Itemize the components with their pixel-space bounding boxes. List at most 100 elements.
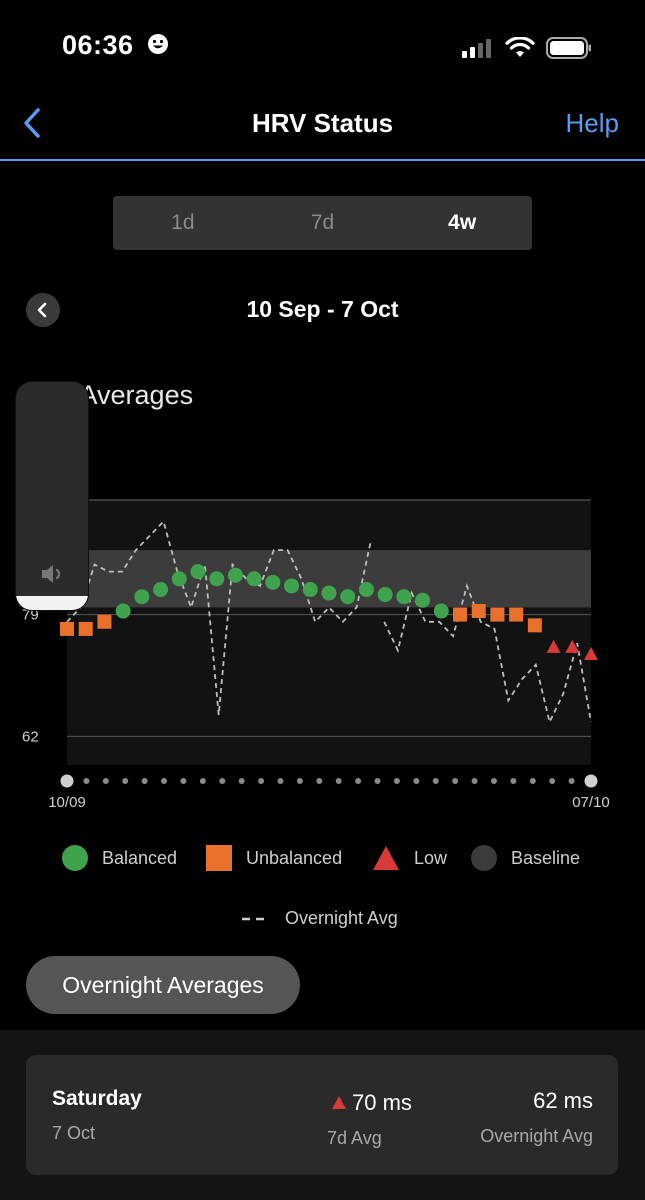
unbalanced-point: [60, 621, 74, 636]
x-axis-dot: [199, 778, 206, 784]
balanced-point: [415, 592, 431, 608]
x-axis-dot: [219, 778, 226, 784]
legend-label: Overnight Avg: [285, 908, 398, 928]
range-segmented-control: 1d 7d 4w: [113, 196, 532, 250]
tab-4w[interactable]: 4w: [392, 196, 532, 250]
x-axis-dot: [258, 778, 265, 784]
x-axis-dot: [316, 778, 323, 784]
legend-low: Low: [372, 845, 447, 871]
x-axis-end-marker: [584, 774, 598, 788]
wifi-icon: [505, 37, 535, 57]
balanced-point: [209, 571, 225, 587]
x-axis-dot: [161, 778, 168, 784]
smiley-icon: [147, 34, 168, 54]
balanced-point: [190, 564, 206, 580]
legend-overnight-avg: Overnight Avg: [241, 908, 398, 929]
balanced-point: [358, 582, 374, 598]
x-axis-dot: [393, 778, 400, 784]
x-axis-dot: [83, 778, 90, 784]
x-axis-dot: [180, 778, 187, 784]
legend-label: Baseline: [511, 847, 581, 868]
volume-hud[interactable]: [16, 382, 88, 610]
overnight-label: Overnight Avg: [480, 1126, 593, 1146]
x-axis-dot: [238, 778, 245, 784]
legend-baseline: Baseline: [471, 845, 580, 871]
date-range: 10 Sep - 7 Oct: [246, 296, 399, 322]
x-axis-end-marker: [60, 774, 74, 788]
nav-divider: [0, 159, 645, 161]
legend-label: Unbalanced: [246, 847, 343, 868]
x-axis-dot: [529, 778, 536, 784]
hrv-chart: 6279 10/09 07/10: [22, 499, 610, 811]
unbalanced-point: [471, 604, 486, 619]
legend-label: Low: [414, 847, 448, 868]
circle-icon: [62, 845, 88, 871]
balanced-point: [265, 574, 281, 590]
avg7-label: 7d Avg: [327, 1128, 382, 1148]
plot-area: [67, 500, 591, 765]
x-axis-dot: [374, 778, 381, 784]
unbalanced-point: [97, 614, 112, 629]
x-axis-dot: [510, 778, 517, 784]
x-axis-dot: [335, 778, 342, 784]
x-axis-dot: [452, 778, 459, 784]
balanced-point: [321, 585, 337, 601]
speaker-icon: [42, 565, 61, 583]
balanced-point: [396, 589, 412, 605]
unbalanced-point: [509, 607, 524, 622]
x-axis-dot: [490, 778, 497, 784]
x-axis-dot: [296, 778, 303, 784]
status-time: 06:36: [62, 30, 170, 61]
balanced-point: [227, 567, 243, 583]
legend-label: Balanced: [102, 847, 178, 868]
x-axis-dot: [432, 778, 439, 784]
help-link[interactable]: Help: [566, 108, 619, 139]
summary-day: Saturday: [52, 1087, 142, 1110]
balanced-point: [246, 571, 262, 587]
legend-unbalanced: Unbalanced: [206, 845, 342, 871]
balanced-point: [115, 603, 131, 619]
x-axis-dot: [568, 778, 575, 784]
tab-7d[interactable]: 7d: [253, 196, 393, 250]
page-title: HRV Status: [251, 108, 394, 138]
signal-icon: [462, 39, 491, 58]
avg7-value: 70 ms: [332, 1090, 412, 1116]
tab-1d[interactable]: 1d: [113, 196, 253, 250]
balanced-point: [284, 578, 300, 594]
circle-icon: [471, 845, 497, 871]
x-tick-label: 10/09: [48, 794, 86, 811]
x-tick-label: 07/10: [572, 794, 610, 811]
summary-date: 7 Oct: [52, 1123, 96, 1143]
unbalanced-point: [490, 607, 505, 622]
balanced-point: [340, 589, 356, 605]
summary-card[interactable]: [26, 1055, 618, 1175]
overnight-value: 62 ms: [533, 1088, 593, 1113]
unbalanced-point: [78, 621, 93, 636]
unbalanced-point: [527, 618, 542, 633]
y-tick-label: 62: [22, 728, 39, 745]
dashed-line-icon: [242, 917, 270, 920]
balanced-point: [377, 587, 393, 603]
balanced-point: [171, 571, 187, 587]
chart-background: [67, 500, 591, 765]
overnight-averages-button[interactable]: Overnight Averages: [26, 956, 300, 1014]
x-axis-dot: [471, 778, 478, 784]
x-axis-dot: [122, 778, 129, 784]
triangle-icon: [332, 1096, 346, 1109]
x-axis-dot: [277, 778, 284, 784]
battery-icon: [546, 37, 591, 59]
balanced-point: [302, 582, 318, 598]
volume-level: [16, 596, 88, 610]
unbalanced-point: [453, 607, 467, 622]
balanced-point: [134, 589, 150, 605]
y-axis-ticks: 6279: [22, 607, 39, 746]
balanced-point: [433, 603, 449, 619]
x-axis-dot: [413, 778, 420, 784]
x-axis-dot: [102, 778, 109, 784]
square-icon: [206, 845, 232, 871]
triangle-icon: [373, 846, 399, 870]
x-axis-dot: [141, 778, 148, 784]
x-axis-dot: [355, 778, 362, 784]
legend-balanced: Balanced: [62, 845, 177, 871]
x-axis: 10/09 07/10: [48, 774, 610, 811]
